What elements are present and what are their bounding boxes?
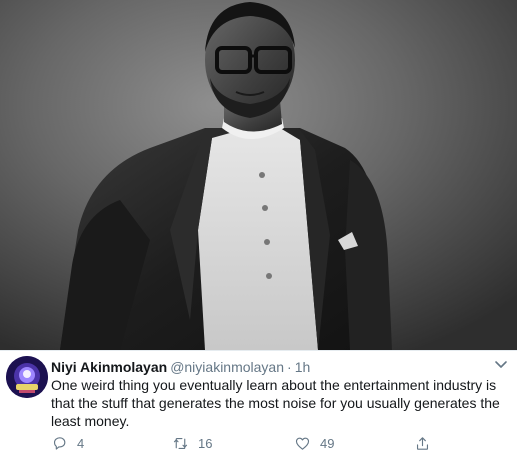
reply-icon <box>53 436 66 450</box>
like-button[interactable]: 49 <box>294 433 334 453</box>
author-name[interactable]: Niyi Akinmolayan <box>51 359 167 375</box>
retweet-count: 16 <box>198 435 213 451</box>
profile-avatar <box>6 356 48 398</box>
reply-count: 4 <box>77 435 85 451</box>
tweet-photo[interactable] <box>0 0 517 350</box>
retweet-button[interactable]: 16 <box>172 433 212 453</box>
like-count: 49 <box>320 435 335 451</box>
share-button[interactable] <box>414 433 431 453</box>
tweet-header: Niyi Akinmolayan @niyiakinmolayan · 1h <box>51 358 310 376</box>
separator-dot: · <box>287 359 292 375</box>
tweet[interactable]: Niyi Akinmolayan @niyiakinmolayan · 1h One … <box>0 350 517 462</box>
tweet-actions: 4 16 49 <box>51 433 491 453</box>
tweet-timestamp[interactable]: 1h <box>295 359 311 375</box>
portrait-image <box>0 0 517 350</box>
retweet-icon <box>173 437 188 449</box>
author-avatar[interactable] <box>6 356 48 398</box>
tweet-text: One weird thing you eventually learn abo… <box>51 377 500 429</box>
heart-icon <box>295 437 310 450</box>
share-icon <box>416 436 429 450</box>
author-handle[interactable]: @niyiakinmolayan <box>170 359 284 375</box>
chevron-down-icon[interactable] <box>494 360 508 370</box>
reply-button[interactable]: 4 <box>51 433 84 453</box>
